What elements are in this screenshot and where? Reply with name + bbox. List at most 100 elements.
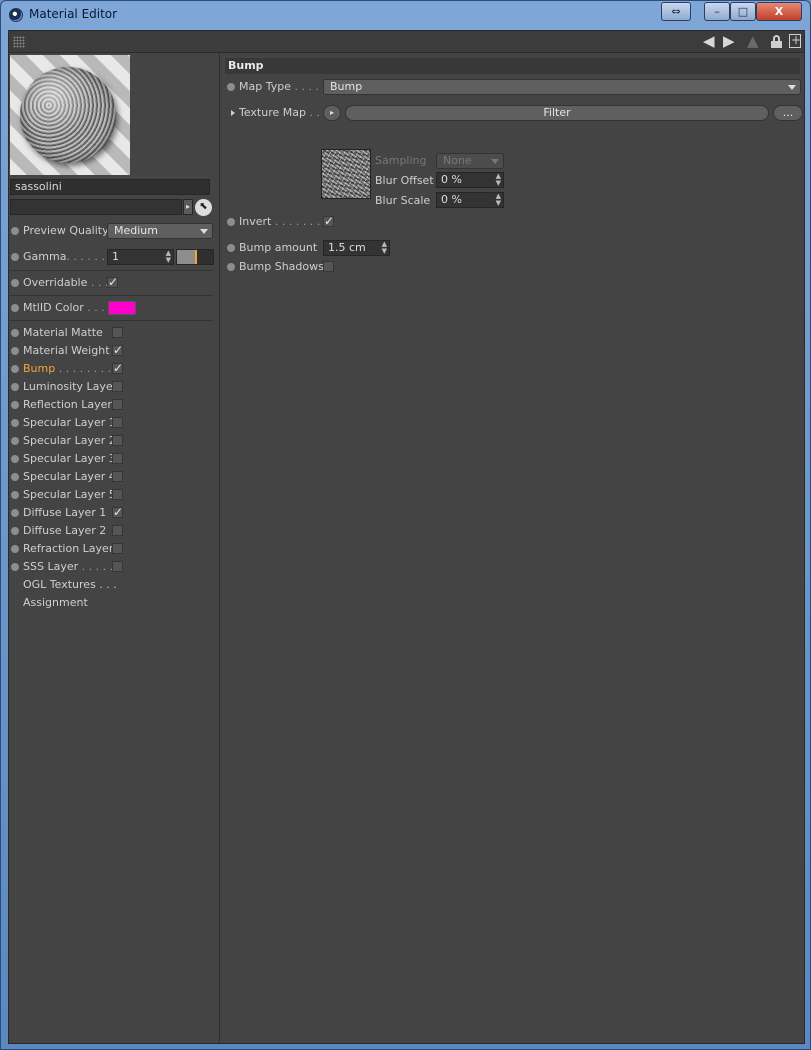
param-dot-icon[interactable] [11, 401, 19, 409]
param-dot-icon[interactable] [11, 383, 19, 391]
param-dot-icon[interactable] [11, 365, 19, 373]
channel-checkbox[interactable] [112, 561, 123, 572]
param-dot-icon[interactable] [11, 509, 19, 517]
map-type-dropdown[interactable]: Bump [323, 79, 801, 95]
channel-row[interactable]: Diffuse Layer 1 [10, 504, 213, 521]
param-dot-icon[interactable] [11, 347, 19, 355]
channel-row[interactable]: Diffuse Layer 2 [10, 523, 213, 539]
param-dot-icon[interactable] [11, 304, 19, 312]
channel-checkbox[interactable] [112, 417, 123, 428]
param-dot-icon[interactable] [11, 437, 19, 445]
group-title: Bump [225, 58, 800, 74]
channel-row[interactable]: Bump . . . . . . . . . [10, 360, 213, 377]
param-dot-icon[interactable] [227, 83, 235, 91]
param-dot-icon[interactable] [11, 253, 19, 261]
mtlid-color-label: MtlID Color . . . [23, 301, 105, 314]
bump-shadows-checkbox[interactable] [323, 261, 334, 272]
preview-quality-dropdown[interactable]: Medium [107, 223, 213, 239]
param-dot-icon[interactable] [11, 419, 19, 427]
param-dot-icon[interactable] [227, 244, 235, 252]
bump-amount-input[interactable]: 1.5 cm ▲ ▼ [323, 240, 390, 256]
blur-offset-input[interactable]: 0 % ▲ ▼ [436, 172, 504, 188]
forward-arrow-icon[interactable]: ▶ [723, 33, 735, 50]
material-name-field[interactable]: sassolini [10, 179, 210, 195]
channel-row[interactable]: Specular Layer 1 [10, 415, 213, 431]
channel-row[interactable]: SSS Layer . . . . . . [10, 559, 213, 575]
minimize-button[interactable]: – [704, 2, 730, 21]
param-dot-icon[interactable] [11, 227, 19, 235]
channel-row[interactable]: Refraction Layer [10, 541, 213, 557]
param-dot-icon[interactable] [11, 455, 19, 463]
ogl-textures-row[interactable]: OGL Textures . . . [10, 577, 213, 593]
link-field[interactable] [10, 199, 182, 215]
channel-checkbox[interactable] [112, 327, 123, 338]
texture-arrow-button[interactable]: ▸ [323, 105, 341, 121]
param-dot-icon[interactable] [227, 218, 235, 226]
param-dot-icon[interactable] [11, 279, 19, 287]
channel-label: Reflection Layer [23, 398, 112, 411]
param-dot-icon[interactable] [11, 329, 19, 337]
grip-icon[interactable] [13, 36, 25, 48]
invert-checkbox[interactable] [323, 213, 334, 229]
back-arrow-icon[interactable]: ◀ [703, 33, 715, 50]
channel-checkbox[interactable] [112, 381, 123, 392]
gamma-input[interactable]: 1 ▲ ▼ [107, 249, 174, 265]
channel-row[interactable]: Reflection Layer [10, 397, 213, 413]
material-preview[interactable] [10, 55, 130, 175]
up-arrow-icon[interactable]: ▲ [747, 33, 759, 50]
param-dot-icon[interactable] [11, 527, 19, 535]
param-dot-icon[interactable] [11, 545, 19, 553]
channel-checkbox[interactable] [112, 435, 123, 446]
invert-row: Invert . . . . . . . . [226, 213, 801, 230]
channel-label: SSS Layer . . . . . . [23, 560, 121, 573]
blur-scale-input[interactable]: 0 % ▲ ▼ [436, 192, 504, 208]
channel-checkbox[interactable] [112, 525, 123, 536]
blur-scale-label: Blur Scale [375, 194, 431, 207]
spinner-icon[interactable]: ▲ ▼ [382, 241, 387, 255]
overridable-label: Overridable . . . [23, 276, 109, 289]
cinema4d-logo-icon [9, 8, 23, 22]
title-bar[interactable]: Material Editor ⇔ – □ X [1, 1, 810, 29]
param-dot-icon[interactable] [11, 563, 19, 571]
sampling-dropdown[interactable]: None [436, 153, 504, 169]
close-button[interactable]: X [756, 2, 802, 21]
channel-row[interactable]: Material Weight [10, 342, 213, 359]
spinner-icon[interactable]: ▲ ▼ [496, 193, 501, 207]
channel-checkbox[interactable] [112, 360, 123, 376]
expand-triangle-icon[interactable] [231, 110, 235, 116]
channel-row[interactable]: Specular Layer 5 [10, 487, 213, 503]
channel-checkbox[interactable] [112, 489, 123, 500]
channel-row[interactable]: Specular Layer 3 [10, 451, 213, 467]
spinner-icon[interactable]: ▲ ▼ [496, 173, 501, 187]
channel-checkbox[interactable] [112, 471, 123, 482]
channel-row[interactable]: Specular Layer 4 [10, 469, 213, 485]
maximize-button[interactable]: □ [730, 2, 756, 21]
assignment-row[interactable]: Assignment [10, 595, 213, 611]
channel-label: Diffuse Layer 2 [23, 524, 107, 537]
texture-thumbnail[interactable] [321, 149, 371, 199]
spinner-icon[interactable]: ▲ ▼ [166, 250, 171, 264]
link-arrow-icon[interactable]: ▸ [183, 199, 193, 215]
channel-row[interactable]: Specular Layer 2 [10, 433, 213, 449]
channel-row[interactable]: Luminosity Layer [10, 379, 213, 395]
filter-button[interactable]: Filter [345, 105, 769, 121]
param-dot-icon[interactable] [227, 263, 235, 271]
param-dot-icon[interactable] [11, 491, 19, 499]
channel-row[interactable]: Material Matte [10, 325, 213, 341]
channel-checkbox[interactable] [112, 342, 123, 358]
lock-icon[interactable] [771, 35, 782, 48]
channel-checkbox[interactable] [112, 504, 123, 520]
resize-button[interactable]: ⇔ [661, 2, 691, 21]
overridable-checkbox[interactable] [107, 274, 118, 290]
picker-icon[interactable]: ⬉ [195, 199, 212, 216]
bump-shadows-label: Bump Shadows [239, 260, 324, 273]
more-button[interactable]: ... [773, 105, 803, 121]
channel-checkbox[interactable] [112, 543, 123, 554]
channel-checkbox[interactable] [112, 399, 123, 410]
mtlid-color-swatch[interactable] [108, 301, 136, 315]
new-window-icon[interactable] [789, 33, 801, 48]
invert-label: Invert . . . . . . . . [239, 215, 328, 228]
channel-checkbox[interactable] [112, 453, 123, 464]
gamma-slider[interactable] [176, 249, 214, 265]
param-dot-icon[interactable] [11, 473, 19, 481]
